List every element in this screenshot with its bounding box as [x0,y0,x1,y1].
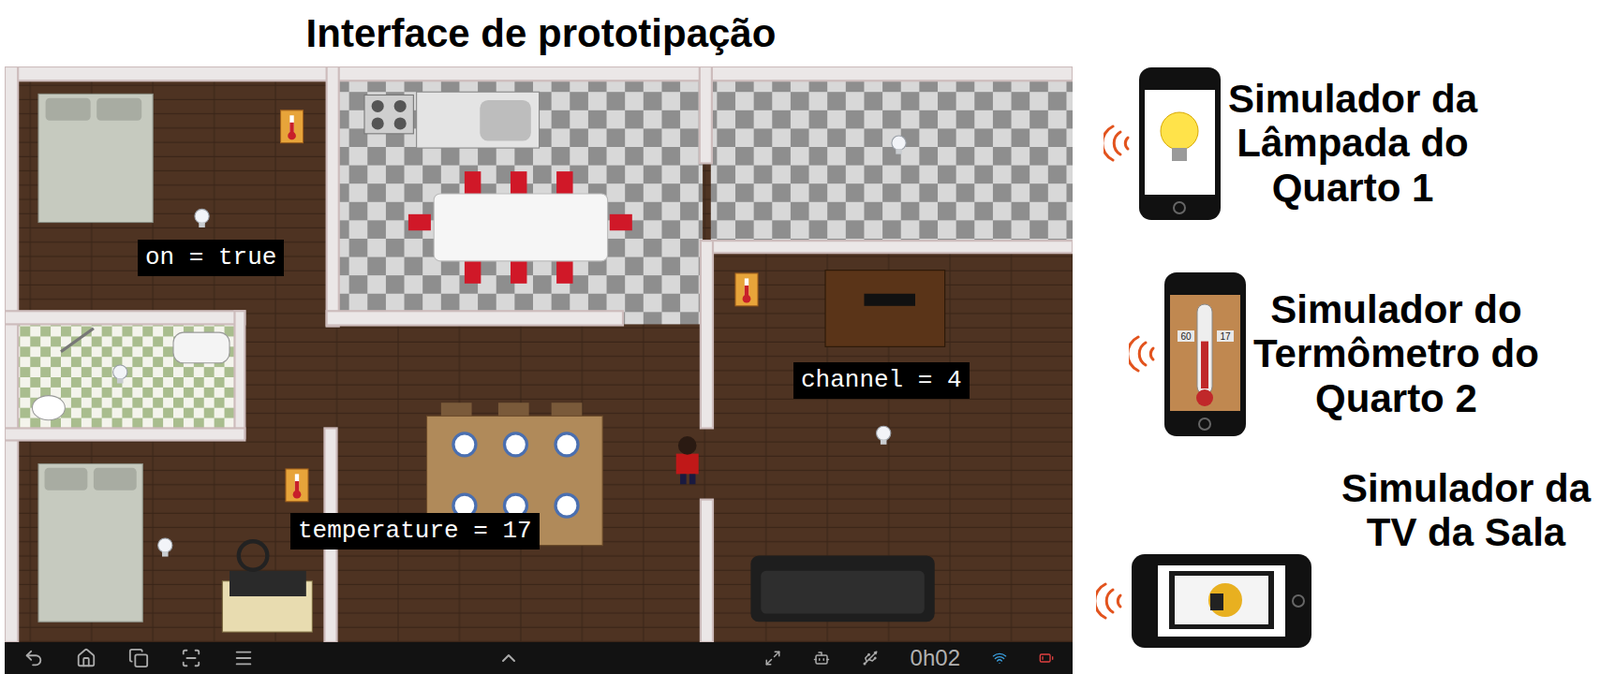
walls [4,66,1073,643]
recent-apps-icon[interactable] [128,648,149,669]
kitchen-table [433,193,608,262]
lamp-icon[interactable] [113,365,128,385]
thermometer-simulator: 60 17 Simulador doTermômetro doQuarto 2 [1077,241,1600,467]
kitchen-chairs [408,171,633,284]
thermometer-icon[interactable] [735,273,758,307]
device-readout: on = true [137,239,284,277]
signal-icon [1096,580,1125,623]
thermometer-icon[interactable] [285,469,309,503]
dining-chairs [441,402,583,417]
floor-plan [4,66,1073,643]
bed [38,93,153,223]
lamp-phone-icon[interactable] [1139,67,1221,221]
bed [38,464,143,623]
wifi-icon [992,651,1008,667]
device-readout: channel = 4 [793,362,970,400]
lamp-icon[interactable] [891,135,906,155]
thermometer-phone-icon[interactable]: 60 17 [1164,272,1246,437]
home-icon[interactable] [75,648,97,669]
clock: 0h02 [910,645,961,672]
page: Interface de prototipação on = true channe… [0,0,1600,674]
simulator-label: Simulador doTermômetro doQuarto 2 [1253,287,1540,420]
chevron-up-icon[interactable] [497,647,520,670]
battery-icon [1038,651,1054,667]
back-icon[interactable] [23,648,45,669]
sink [416,91,540,149]
prototyping-interface: Interface de prototipação on = true channe… [0,0,1078,674]
lamp-icon[interactable] [876,426,891,445]
plates [453,433,578,518]
tv-simulator: Simulador daTV da Sala [1077,466,1600,674]
menu-icon[interactable] [233,648,254,669]
lamp-icon[interactable] [158,538,173,558]
screenshot-icon[interactable] [180,648,202,669]
sofa [750,555,934,623]
tv-stand [825,270,946,348]
thermometer-icon[interactable] [281,110,304,144]
simulator-label: Simulador daLâmpada doQuarto 1 [1228,76,1478,209]
android-icon [813,650,830,667]
expand-icon [764,650,782,667]
svg-text:60: 60 [1180,331,1192,342]
bathroom-fixtures [31,328,230,421]
tv-phone-icon[interactable] [1131,554,1312,649]
hall [711,79,1073,243]
signal-icon [1128,333,1157,375]
title: Interface de prototipação [4,0,1078,67]
person[interactable] [676,436,699,485]
plan-frame: on = true channel = 4 temperature = 17 [4,66,1073,643]
lamp-simulator: Simulador daLâmpada doQuarto 1 [1077,44,1600,242]
desk [222,541,312,633]
kitchen [337,79,704,325]
simulators: Simulador daLâmpada doQuarto 1 60 17 Simula… [1077,0,1600,674]
signal-icon [1103,122,1132,164]
lamp-icon[interactable] [194,208,209,228]
device-readout: temperature = 17 [290,513,540,550]
stove [364,94,414,134]
simulator-label: Simulador daTV da Sala [1341,466,1591,555]
usb-icon [861,650,879,667]
svg-text:17: 17 [1219,331,1231,342]
nav-bar: 0h02 [4,642,1073,674]
bathroom [15,322,239,430]
